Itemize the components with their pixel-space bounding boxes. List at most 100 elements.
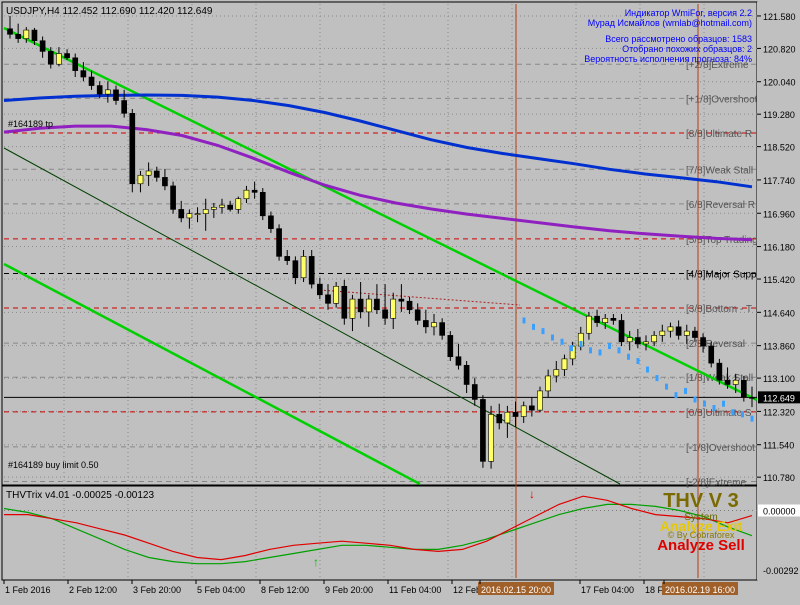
time-label: 9 Feb 20:00: [325, 585, 373, 595]
forecast-dot: [750, 415, 754, 422]
candle-body: [529, 405, 535, 411]
candle-body: [390, 298, 397, 319]
murrey-label: [3/8]Bottom - T: [686, 304, 752, 315]
candle-body: [333, 285, 339, 304]
candle-body: [162, 177, 168, 187]
candle-body: [349, 298, 356, 319]
candle-body: [732, 379, 739, 385]
candle-body: [170, 185, 176, 210]
time-label: 17 Feb 04:00: [581, 585, 634, 595]
time-label: 2016.02.15 20:00: [481, 585, 551, 595]
time-label: 8 Feb 12:00: [261, 585, 309, 595]
thv-title: THV V 3: [663, 490, 739, 512]
forecast-dot: [570, 345, 573, 352]
candle-body: [178, 209, 185, 219]
forecast-dot: [551, 334, 554, 341]
forecast-dot: [589, 347, 592, 354]
candle-body: [537, 390, 543, 411]
price-tick-label: 113.100: [763, 374, 795, 384]
info-line: Отобрано похожих образцов: 2: [622, 44, 752, 54]
candle-body: [496, 414, 503, 424]
candle-body: [667, 326, 674, 332]
candle-body: [512, 411, 519, 417]
forecast-dot: [541, 328, 545, 335]
forecast-dot: [522, 317, 526, 324]
price-tick-label: 111.540: [763, 441, 794, 451]
current-price-label: 112.649: [763, 393, 795, 403]
candle-body: [749, 397, 755, 399]
tp-label: #164189 tp: [8, 119, 53, 129]
candle-body: [626, 337, 633, 343]
candle-body: [594, 315, 600, 323]
forecast-dot: [560, 338, 564, 345]
forecast-dot: [693, 396, 697, 403]
price-tick-label: 112.320: [763, 407, 795, 417]
candle-body: [202, 209, 209, 214]
candle-body: [724, 379, 731, 385]
axis-background: [757, 2, 800, 580]
main-panel: [1, 1, 758, 486]
candle-body: [504, 411, 511, 424]
time-label: 5 Feb 04:00: [197, 585, 245, 595]
candle-body: [39, 40, 46, 52]
forecast-dot: [608, 343, 611, 350]
price-tick-label: 115.420: [763, 275, 795, 285]
candle-body: [382, 309, 388, 319]
price-tick-label: 113.860: [763, 342, 795, 352]
price-tick-label: 120.820: [763, 44, 796, 54]
murrey-label: [-1/8]Overshoot: [686, 443, 755, 454]
price-axis: 121.580 120.820 120.040 119.280 118.520 117.7…: [757, 2, 800, 580]
candle-body: [72, 57, 79, 71]
indicator-title: THVTrix v4.01 -0.00025 -0.00123: [6, 490, 154, 501]
candle-body: [153, 170, 160, 178]
candle-body: [610, 318, 617, 321]
candle-body: [700, 337, 706, 347]
candle-body: [716, 362, 723, 381]
indicator-low-label: -0.00292: [763, 566, 799, 576]
candle-body: [96, 85, 103, 95]
thv-analyze-sell: Analyze Sell: [657, 537, 745, 554]
forecast-dot: [722, 400, 725, 407]
candle-body: [455, 356, 462, 366]
candle-body: [439, 322, 445, 336]
thv-overlay: THV V 3 System Analyze Exit © By Cobrafo…: [657, 490, 745, 554]
forecast-dot: [712, 404, 716, 411]
candle-body: [488, 414, 494, 462]
candle-body: [7, 28, 13, 35]
forecast-dot: [627, 353, 630, 360]
candle-body: [586, 315, 592, 334]
time-label: 1 Feb 2016: [5, 585, 51, 595]
candle-body: [414, 309, 421, 321]
candle-body: [145, 170, 152, 176]
candle-body: [659, 330, 666, 336]
sell-arrow-icon: ↓: [529, 487, 535, 501]
candle-body: [423, 320, 429, 328]
candle-body: [88, 76, 95, 86]
price-tick-label: 119.280: [763, 110, 795, 120]
forecast-dot: [617, 347, 621, 354]
price-tick-label: 121.580: [763, 12, 796, 22]
forecast-dot: [646, 366, 649, 373]
candle-body: [325, 294, 331, 304]
forecast-dot: [579, 340, 583, 347]
candle-body: [708, 345, 715, 364]
candle-body: [186, 213, 193, 219]
forecast-dot: [636, 358, 640, 365]
candle-body: [692, 330, 698, 338]
chart-canvas[interactable]: [+2/8]Extreme[+1/8]Overshoot[8/8]Ultimat…: [0, 0, 800, 600]
candle-body: [447, 335, 454, 358]
murrey-label: [8/8]Ultimate R: [686, 129, 752, 140]
candle-body: [341, 285, 348, 319]
murrey-label: [+1/8]Overshoot: [686, 94, 758, 105]
candle-body: [398, 298, 405, 302]
candle-body: [561, 358, 568, 370]
candle-body: [276, 228, 282, 257]
chart-window[interactable]: [+2/8]Extreme [+1/8]Overshoot [8/8]Ultimat…: [0, 0, 800, 600]
candle-body: [121, 100, 127, 114]
candle-body: [243, 189, 250, 200]
price-tick-label: 117.740: [763, 176, 795, 186]
candle-body: [683, 330, 690, 336]
candle-body: [31, 29, 38, 42]
candle-body: [113, 89, 119, 101]
candle-body: [357, 298, 364, 313]
